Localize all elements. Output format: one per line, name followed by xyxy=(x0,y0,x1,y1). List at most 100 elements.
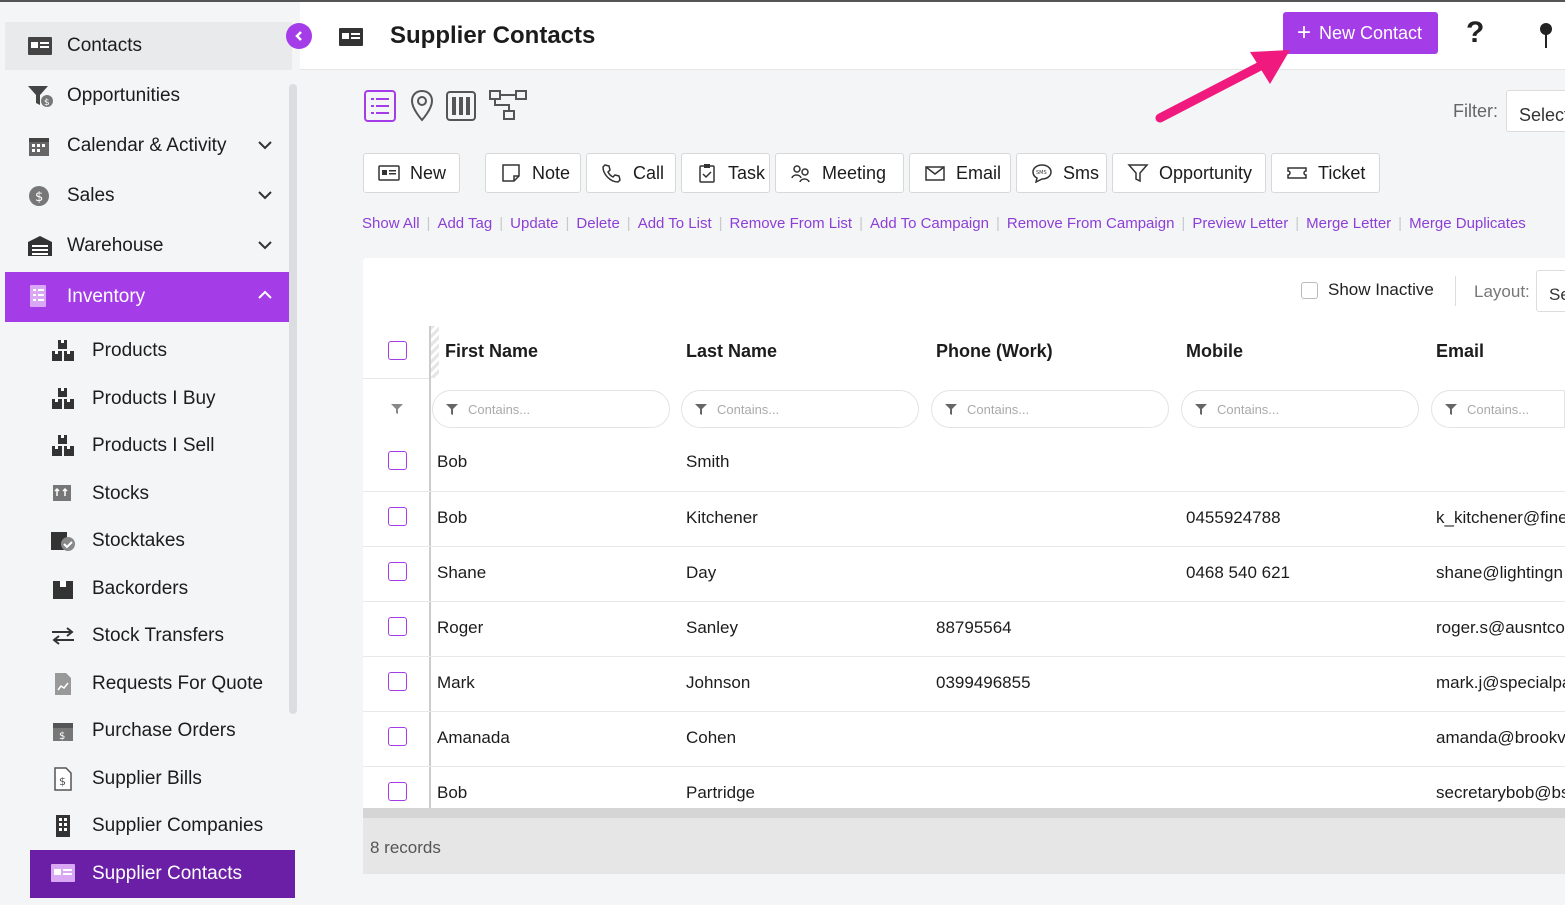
show-inactive-toggle[interactable]: Show Inactive xyxy=(1301,280,1434,300)
cell-email: k_kitchener@fine xyxy=(1436,508,1565,527)
row-checkbox[interactable] xyxy=(388,672,407,691)
link-show-all[interactable]: Show All xyxy=(362,215,420,232)
row-checkbox[interactable] xyxy=(388,451,407,470)
filter-email-input[interactable]: Contains... xyxy=(1431,390,1565,428)
sidebar-subitem-products-i-buy[interactable]: Products I Buy xyxy=(30,376,295,422)
action-ticket-button[interactable]: Ticket xyxy=(1271,153,1380,193)
action-note-button[interactable]: Note xyxy=(485,153,581,193)
row-checkbox[interactable] xyxy=(388,727,407,746)
filter-last-name-input[interactable]: Contains... xyxy=(681,390,919,428)
chevron-down-icon xyxy=(258,141,272,150)
pin-icon[interactable] xyxy=(1536,22,1556,50)
link-add-to-list[interactable]: Add To List xyxy=(638,215,712,232)
kanban-view-icon[interactable] xyxy=(445,88,477,124)
grid-footer: 8 records xyxy=(363,818,1565,874)
action-task-button[interactable]: Task xyxy=(681,153,770,193)
sidebar-item-label: Contacts xyxy=(67,35,142,56)
sidebar-scrollbar[interactable] xyxy=(289,84,297,714)
cell-phone-work: 88795564 xyxy=(936,618,1012,637)
select-all-checkbox[interactable] xyxy=(388,341,407,360)
filter-first-name-input[interactable]: Contains... xyxy=(432,390,670,428)
link-add-tag[interactable]: Add Tag xyxy=(437,215,492,232)
new-contact-button[interactable]: + New Contact xyxy=(1283,12,1438,54)
column-header-last-name[interactable]: Last Name xyxy=(686,341,777,362)
hierarchy-view-icon[interactable] xyxy=(488,88,530,124)
table-row[interactable]: Bob Partridge secretarybob@bs xyxy=(363,766,1565,808)
action-opportunity-button[interactable]: Opportunity xyxy=(1112,153,1266,193)
action-call-button[interactable]: Call xyxy=(586,153,676,193)
column-header-phone-work[interactable]: Phone (Work) xyxy=(936,341,1053,362)
row-checkbox[interactable] xyxy=(388,507,407,526)
filter-phone-work-input[interactable]: Contains... xyxy=(931,390,1169,428)
layout-select[interactable]: Se xyxy=(1536,270,1565,312)
link-merge-duplicates[interactable]: Merge Duplicates xyxy=(1409,215,1526,232)
sidebar-item-sales[interactable]: $ Sales xyxy=(5,172,292,220)
cell-mobile: 0455924788 xyxy=(1186,508,1281,527)
link-remove-from-campaign[interactable]: Remove From Campaign xyxy=(1007,215,1175,232)
sidebar-subitem-stocks[interactable]: Stocks xyxy=(30,471,295,517)
sidebar-item-opportunities[interactable]: $ Opportunities xyxy=(5,72,292,120)
table-row[interactable]: Bob Kitchener 0455924788 k_kitchener@fin… xyxy=(363,491,1565,546)
sidebar-subitem-backorders[interactable]: Backorders xyxy=(30,566,295,612)
collapse-sidebar-button[interactable] xyxy=(286,23,312,49)
filter-select[interactable]: Select xyxy=(1506,90,1565,132)
row-checkbox[interactable] xyxy=(388,617,407,636)
action-meeting-button[interactable]: Meeting xyxy=(775,153,904,193)
sidebar-subitem-stock-transfers[interactable]: Stock Transfers xyxy=(30,613,295,659)
dollar-coin-icon: $ xyxy=(29,186,49,206)
link-add-to-campaign[interactable]: Add To Campaign xyxy=(870,215,989,232)
link-update[interactable]: Update xyxy=(510,215,558,232)
horizontal-scrollbar[interactable] xyxy=(363,808,1565,818)
action-label: Task xyxy=(728,162,766,183)
sidebar-subitem-supplier-companies[interactable]: Supplier Companies xyxy=(30,803,295,849)
sidebar-item-contacts[interactable]: Contacts xyxy=(5,22,292,70)
sidebar-subitem-label: Products I Sell xyxy=(92,435,215,456)
meeting-icon xyxy=(791,165,810,183)
row-checkbox[interactable] xyxy=(388,562,407,581)
sidebar-subitem-supplier-contacts[interactable]: Supplier Contacts xyxy=(30,850,295,898)
cell-mobile: 0468 540 621 xyxy=(1186,563,1290,582)
table-row[interactable]: Mark Johnson 0399496855 mark.j@specialpa xyxy=(363,656,1565,711)
cell-email: mark.j@specialpa xyxy=(1436,673,1565,692)
help-icon[interactable]: ? xyxy=(1466,16,1484,50)
sidebar-item-inventory[interactable]: Inventory xyxy=(5,272,292,322)
sidebar-subitem-products[interactable]: Products xyxy=(30,328,295,374)
page-header: Supplier Contacts + New Contact ? xyxy=(300,2,1565,70)
bulk-action-links: Show All | Add Tag | Update | Delete | Add To Li… xyxy=(362,215,1526,232)
grid-resize-handle[interactable] xyxy=(431,326,439,378)
sidebar-item-label: Inventory xyxy=(67,286,146,307)
page-title: Supplier Contacts xyxy=(390,22,596,49)
column-header-email[interactable]: Email xyxy=(1436,341,1484,362)
cell-first-name: Bob xyxy=(437,508,468,527)
funnel-icon xyxy=(446,403,458,415)
filter-mobile-input[interactable]: Contains... xyxy=(1181,390,1419,428)
link-merge-letter[interactable]: Merge Letter xyxy=(1306,215,1391,232)
column-header-mobile[interactable]: Mobile xyxy=(1186,341,1243,362)
sidebar-subitem-supplier-bills[interactable]: $ Supplier Bills xyxy=(30,756,295,802)
action-sms-button[interactable]: SMS Sms xyxy=(1016,153,1107,193)
table-row[interactable]: Shane Day 0468 540 621 shane@lightingn xyxy=(363,546,1565,601)
table-row[interactable]: Amanada Cohen amanda@brookv xyxy=(363,711,1565,766)
funnel-icon xyxy=(695,403,707,415)
sidebar-item-calendar-activity[interactable]: Calendar & Activity xyxy=(5,122,292,170)
table-row[interactable]: Bob Smith xyxy=(363,436,1565,491)
bill-dollar-icon: $ xyxy=(54,767,72,791)
sidebar-subitem-stocktakes[interactable]: Stocktakes xyxy=(30,518,295,564)
map-pin-icon[interactable] xyxy=(406,88,438,124)
list-view-icon[interactable] xyxy=(364,88,396,124)
transfer-arrows-icon xyxy=(52,627,74,645)
table-row[interactable]: Roger Sanley 88795564 roger.s@ausntco. xyxy=(363,601,1565,656)
row-checkbox[interactable] xyxy=(388,782,407,801)
link-delete[interactable]: Delete xyxy=(576,215,619,232)
link-remove-from-list[interactable]: Remove From List xyxy=(730,215,853,232)
action-email-button[interactable]: Email xyxy=(909,153,1011,193)
column-header-first-name[interactable]: First Name xyxy=(445,341,538,362)
sidebar-subitem-products-i-sell[interactable]: Products I Sell xyxy=(30,423,295,469)
sidebar-item-warehouse[interactable]: Warehouse xyxy=(5,222,292,270)
action-new-button[interactable]: New xyxy=(363,153,460,193)
show-inactive-checkbox[interactable] xyxy=(1301,281,1318,299)
sidebar-subitem-requests-for-quote[interactable]: Requests For Quote xyxy=(30,661,295,707)
sidebar-subitem-purchase-orders[interactable]: $ Purchase Orders xyxy=(30,708,295,754)
link-preview-letter[interactable]: Preview Letter xyxy=(1192,215,1288,232)
sidebar-subitem-label: Products xyxy=(92,340,167,361)
